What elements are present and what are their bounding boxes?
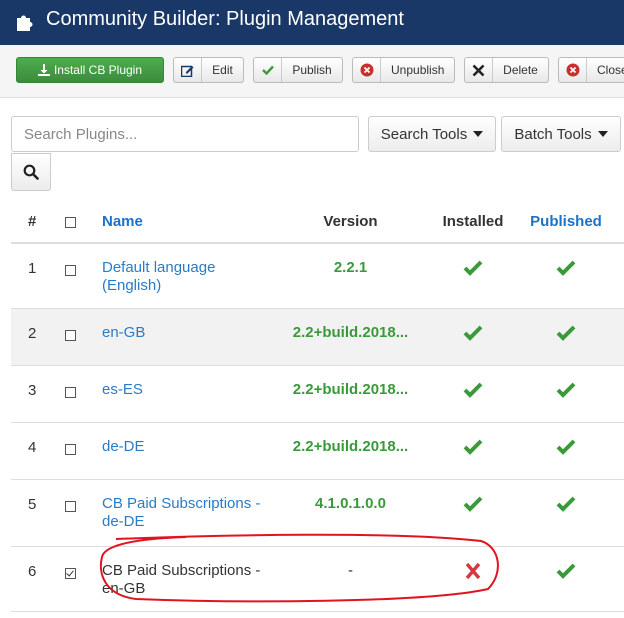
- header-num: #: [28, 213, 37, 230]
- header-version: Version: [323, 213, 378, 230]
- plugin-version: -: [348, 562, 353, 579]
- caret-down-icon: [597, 131, 608, 137]
- plugin-name-link[interactable]: es-ES: [102, 381, 272, 399]
- toolbar: Install CB Plugin Edit Publish Unpublish…: [0, 45, 624, 98]
- published-check-icon[interactable]: [526, 324, 606, 346]
- delete-x-icon: [465, 58, 493, 82]
- row-checkbox[interactable]: [65, 442, 76, 459]
- delete-label: Delete: [503, 63, 538, 77]
- close-button[interactable]: Close: [558, 57, 624, 83]
- row-number: 6: [28, 563, 37, 580]
- app-header: Community Builder: Plugin Management: [0, 0, 624, 45]
- installed-check-icon: [435, 438, 511, 460]
- publish-button[interactable]: Publish: [253, 57, 343, 83]
- unpublish-button[interactable]: Unpublish: [352, 57, 455, 83]
- published-check-icon[interactable]: [526, 562, 606, 584]
- download-icon: [37, 64, 50, 76]
- install-label: Install CB Plugin: [53, 63, 143, 77]
- published-check-icon[interactable]: [526, 259, 606, 281]
- published-check-icon[interactable]: [526, 438, 606, 460]
- installed-check-icon: [435, 324, 511, 346]
- published-check-icon[interactable]: [526, 381, 606, 403]
- table-row: 5 CB Paid Subscriptions - de-DE 4.1.0.1.0.…: [11, 480, 624, 547]
- page-title: Community Builder: Plugin Management: [46, 8, 404, 30]
- header-name[interactable]: Name: [102, 213, 272, 231]
- table-row: 3 es-ES 2.2+build.2018...: [11, 366, 624, 423]
- plugin-name-link[interactable]: CB Paid Subscriptions - de-DE: [102, 495, 272, 531]
- installed-check-icon: [435, 259, 511, 281]
- plugin-name-link: CB Paid Subscriptions - en-GB: [102, 562, 261, 597]
- plugin-name-link[interactable]: de-DE: [102, 438, 272, 456]
- row-checkbox[interactable]: [65, 263, 76, 280]
- row-checkbox[interactable]: [65, 385, 76, 402]
- row-checkbox[interactable]: [65, 328, 76, 345]
- table-body: 1 Default language (English) 2.2.1 2 en-GB 2.…: [11, 244, 624, 612]
- search-tools-button[interactable]: Search Tools: [368, 116, 496, 152]
- row-number: 1: [28, 260, 37, 277]
- plugins-table: # Name Version Installed Published 1 Defa…: [11, 200, 624, 612]
- check-icon: [254, 58, 282, 82]
- row-checkbox[interactable]: [65, 566, 76, 583]
- unpublish-label: Unpublish: [391, 63, 445, 77]
- row-number: 5: [28, 496, 37, 513]
- plugin-version: 2.2+build.2018...: [292, 438, 409, 455]
- header-published[interactable]: Published: [526, 213, 606, 230]
- search-tools-label: Search Tools: [380, 125, 468, 143]
- table-header: # Name Version Installed Published: [11, 200, 624, 244]
- table-row: 6 CB Paid Subscriptions - en-GB -: [11, 547, 624, 612]
- row-number: 4: [28, 439, 37, 456]
- plugin-version: 2.2+build.2018...: [292, 324, 409, 341]
- install-cb-plugin-button[interactable]: Install CB Plugin: [16, 57, 164, 83]
- header-installed: Installed: [442, 213, 504, 230]
- plugin-version: 2.2+build.2018...: [292, 381, 409, 398]
- search-plugins-input[interactable]: [11, 116, 359, 152]
- select-all-checkbox[interactable]: [65, 215, 76, 232]
- search-icon: [23, 164, 39, 180]
- row-number: 2: [28, 325, 37, 342]
- puzzle-icon: [17, 15, 33, 31]
- caret-down-icon: [473, 131, 484, 137]
- plugin-name-link[interactable]: Default language (English): [102, 259, 272, 295]
- publish-label: Publish: [292, 63, 332, 77]
- edit-label: Edit: [212, 63, 233, 77]
- batch-tools-button[interactable]: Batch Tools: [501, 116, 621, 152]
- edit-icon: [174, 58, 202, 82]
- close-label: Close: [597, 63, 624, 77]
- table-row: 4 de-DE 2.2+build.2018...: [11, 423, 624, 480]
- plugin-version: 4.1.0.1.0.0: [315, 495, 386, 512]
- not-installed-x-icon: [435, 562, 511, 584]
- batch-tools-label: Batch Tools: [514, 125, 592, 143]
- unpublish-icon: [353, 58, 381, 82]
- installed-check-icon: [435, 381, 511, 403]
- table-row: 2 en-GB 2.2+build.2018...: [11, 309, 624, 366]
- table-row: 1 Default language (English) 2.2.1: [11, 244, 624, 309]
- plugin-name-link[interactable]: en-GB: [102, 324, 272, 342]
- row-number: 3: [28, 382, 37, 399]
- row-checkbox[interactable]: [65, 499, 76, 516]
- close-icon: [559, 58, 587, 82]
- plugin-version: 2.2.1: [333, 259, 368, 276]
- delete-button[interactable]: Delete: [464, 57, 549, 83]
- installed-check-icon: [435, 495, 511, 517]
- published-check-icon[interactable]: [526, 495, 606, 517]
- search-button[interactable]: [11, 153, 51, 191]
- edit-button[interactable]: Edit: [173, 57, 244, 83]
